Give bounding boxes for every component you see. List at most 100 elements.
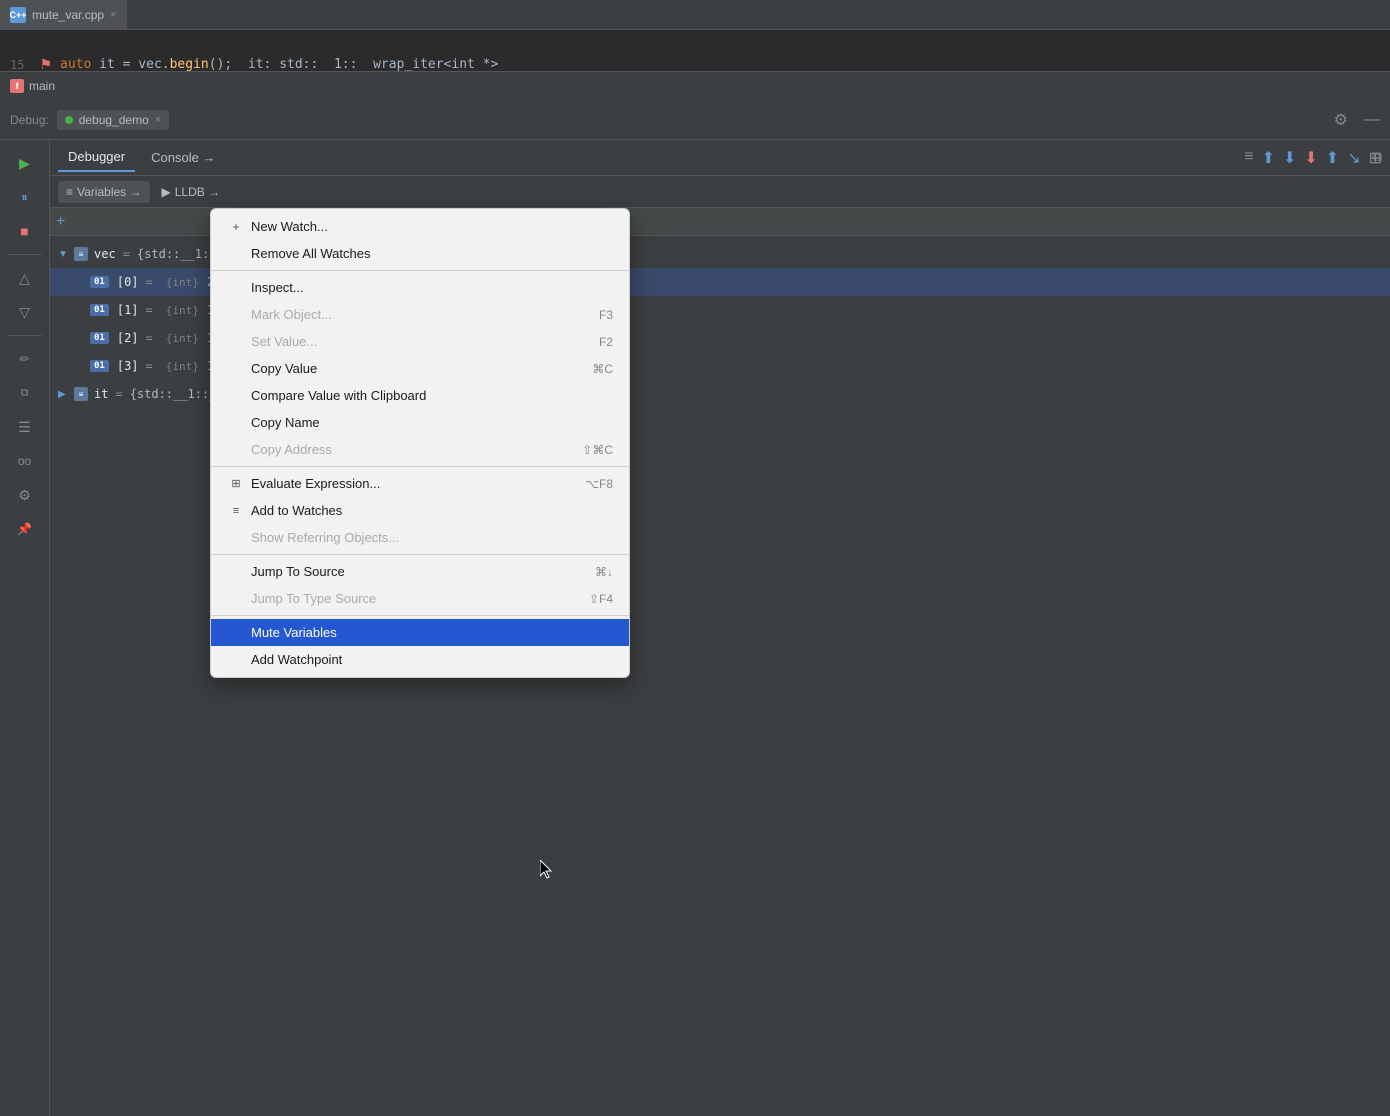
index-2-type: {int}	[166, 332, 199, 345]
file-tab-label: mute_var.cpp	[32, 8, 104, 22]
cm-divider-2	[211, 466, 629, 467]
cm-divider-4	[211, 615, 629, 616]
index-0-badge: 01	[90, 276, 109, 288]
debug-controls-sidebar: ▶ ⏸ ■ △ ▽ ✏ ⧉ ☰ oo ⚙ 📌	[0, 140, 50, 1116]
it-var-icon: ≡	[74, 387, 88, 401]
cm-copy-address-shortcut: ⇧⌘C	[582, 443, 613, 457]
cm-mute-variables[interactable]: Mute Variables	[211, 619, 629, 646]
index-3-eq: =	[146, 359, 153, 373]
tab-debugger[interactable]: Debugger	[58, 143, 135, 172]
debugger-toolbar-icons: ≡ ⬆ ⬇ ⬇ ⬆ ↘ ⊞	[1244, 148, 1382, 168]
copy-button[interactable]: ⧉	[10, 378, 40, 408]
index-1-badge: 01	[90, 304, 109, 316]
index-3-type: {int}	[166, 360, 199, 373]
settings-button[interactable]: ⚙	[10, 480, 40, 510]
cm-copy-value-label: Copy Value	[251, 361, 317, 376]
cm-jump-to-type-source: Jump To Type Source ⇧F4	[211, 585, 629, 612]
step-into-red-icon[interactable]: ⬇	[1304, 148, 1317, 168]
cm-jump-to-source[interactable]: Jump To Source ⌘↓	[211, 558, 629, 585]
cm-compare-value-label: Compare Value with Clipboard	[251, 388, 426, 403]
tab-close-button[interactable]: ×	[110, 9, 116, 21]
step-out-icon[interactable]: ⬆	[1326, 148, 1339, 168]
cm-new-watch-label: New Watch...	[251, 219, 328, 234]
divider-1	[7, 254, 41, 255]
toggle-panel-button[interactable]: ⧉	[1372, 148, 1382, 165]
line-number: 15	[10, 58, 24, 72]
cm-set-value-label: Set Value...	[251, 334, 317, 349]
index-0-name: [0]	[117, 275, 139, 289]
tab-console[interactable]: Console →	[141, 144, 225, 171]
cm-show-referring-label: Show Referring Objects...	[251, 530, 399, 545]
variables-tab-label: Variables →	[77, 185, 141, 199]
cm-evaluate-expression[interactable]: ⊞ Evaluate Expression... ⌥F8	[211, 470, 629, 497]
breadcrumb: f main	[0, 71, 1390, 99]
cpp-icon: C++	[10, 7, 26, 23]
index-3-name: [3]	[117, 359, 139, 373]
index-2-eq: =	[146, 331, 153, 345]
add-variable-button[interactable]: +	[56, 213, 65, 231]
step-over-up-icon[interactable]: ⬆	[1262, 148, 1275, 168]
cm-show-referring: Show Referring Objects...	[211, 524, 629, 551]
file-tab[interactable]: C++ mute_var.cpp ×	[0, 0, 127, 29]
cm-remove-all-watches[interactable]: Remove All Watches	[211, 240, 629, 267]
cm-mark-object-label: Mark Object...	[251, 307, 332, 322]
list-button[interactable]: ☰	[10, 412, 40, 442]
cm-evaluate-shortcut: ⌥F8	[585, 477, 613, 491]
cm-add-to-watches[interactable]: ≡ Add to Watches	[211, 497, 629, 524]
session-status-dot	[65, 116, 73, 124]
cm-copy-address-label: Copy Address	[251, 442, 332, 457]
cm-new-watch[interactable]: + New Watch...	[211, 213, 629, 240]
cm-copy-value[interactable]: Copy Value ⌘C	[211, 355, 629, 382]
run-cursor-icon[interactable]: ↘	[1347, 148, 1360, 168]
cm-inspect-label: Inspect...	[251, 280, 304, 295]
watch-button[interactable]: oo	[10, 446, 40, 476]
cm-add-watchpoint[interactable]: Add Watchpoint	[211, 646, 629, 673]
debug-toolbar: Debug: debug_demo × ⚙ —	[0, 100, 1390, 140]
index-2-badge: 01	[90, 332, 109, 344]
it-expand-arrow[interactable]: ▶	[58, 389, 70, 400]
resume-button[interactable]: ▶	[10, 148, 40, 178]
plus-icon: +	[227, 220, 245, 234]
step-into-icon[interactable]: ⬇	[1283, 148, 1296, 168]
session-close-button[interactable]: ×	[155, 114, 161, 126]
settings-gear-button[interactable]: ⚙	[1334, 110, 1348, 130]
index-1-type: {int}	[166, 304, 199, 317]
cm-mute-variables-label: Mute Variables	[251, 625, 337, 640]
pin-button[interactable]: 📌	[10, 514, 40, 544]
context-menu: + New Watch... Remove All Watches Inspec…	[210, 208, 630, 678]
breadcrumb-label: main	[29, 79, 55, 93]
divider-2	[7, 335, 41, 336]
debug-panel: ▶ ⏸ ■ △ ▽ ✏ ⧉ ☰ oo ⚙ 📌 Debugger Console …	[0, 140, 1390, 1116]
scroll-down-button[interactable]: ▽	[10, 297, 40, 327]
cm-set-value-shortcut: F2	[599, 335, 613, 349]
it-name: it	[94, 387, 108, 401]
cm-remove-all-label: Remove All Watches	[251, 246, 370, 261]
cm-divider-1	[211, 270, 629, 271]
scroll-up-button[interactable]: △	[10, 263, 40, 293]
minimize-button[interactable]: —	[1364, 111, 1380, 129]
cm-compare-value[interactable]: Compare Value with Clipboard	[211, 382, 629, 409]
function-icon: f	[10, 79, 24, 93]
watches-icon: ≡	[227, 505, 245, 517]
index-3-badge: 01	[90, 360, 109, 372]
cm-divider-3	[211, 554, 629, 555]
hamburger-icon[interactable]: ≡	[1244, 148, 1253, 168]
cm-evaluate-label: Evaluate Expression...	[251, 476, 380, 491]
code-editor-area: 15 ⚑ auto it = vec.begin(); it: std:: 1:…	[0, 30, 1390, 100]
cm-mark-object: Mark Object... F3	[211, 301, 629, 328]
vec-eq: =	[123, 247, 130, 261]
stop-button[interactable]: ■	[10, 216, 40, 246]
vec-expand-arrow[interactable]: ▼	[58, 249, 70, 260]
lldb-tab-label: LLDB →	[175, 185, 220, 199]
tab-lldb[interactable]: ▶ LLDB →	[154, 181, 229, 203]
tab-variables[interactable]: ≡ Variables →	[58, 181, 150, 203]
edit-button[interactable]: ✏	[10, 344, 40, 374]
lldb-icon: ▶	[162, 185, 171, 199]
cm-add-watches-label: Add to Watches	[251, 503, 342, 518]
cm-copy-name[interactable]: Copy Name	[211, 409, 629, 436]
cm-inspect[interactable]: Inspect...	[211, 274, 629, 301]
cm-mark-object-shortcut: F3	[599, 308, 613, 322]
cm-copy-value-shortcut: ⌘C	[592, 362, 613, 376]
debug-session[interactable]: debug_demo ×	[57, 110, 170, 130]
pause-button[interactable]: ⏸	[10, 182, 40, 212]
